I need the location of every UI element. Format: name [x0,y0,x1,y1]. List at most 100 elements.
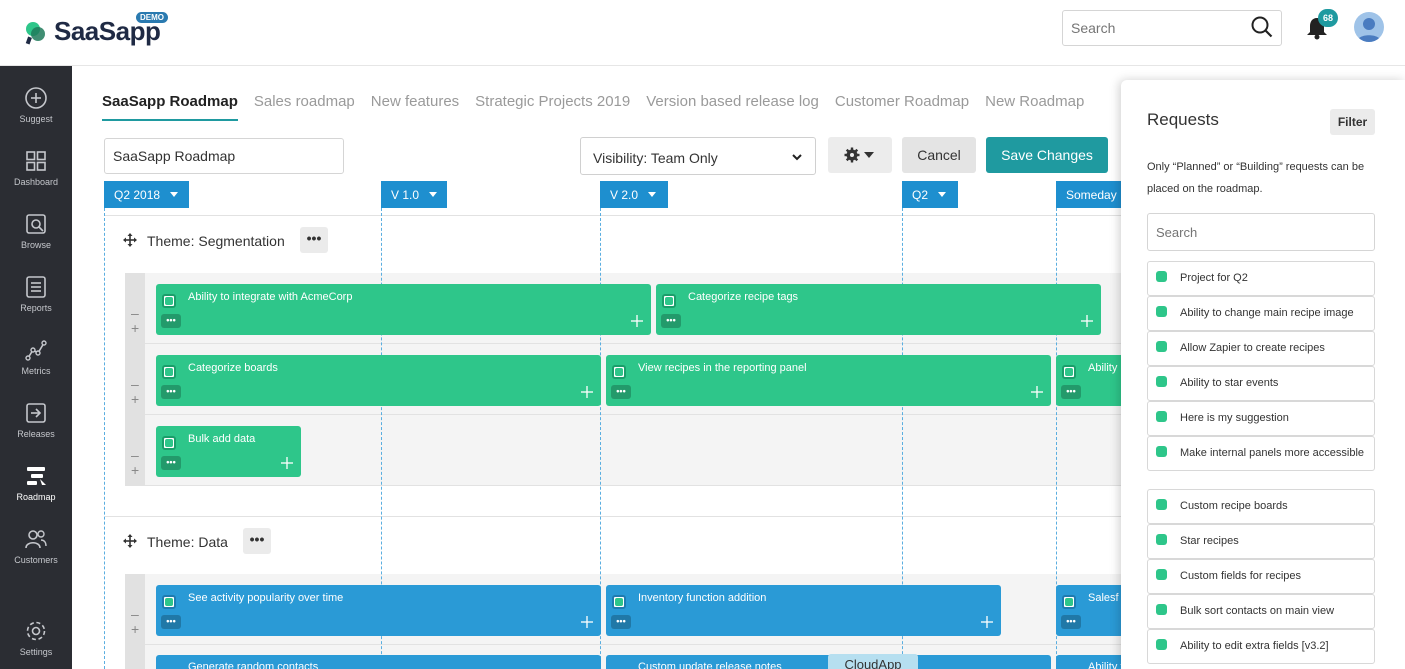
lane-expand-button[interactable]: + [131,622,139,636]
roadmap-card[interactable]: Inventory function addition ••• [606,585,1001,636]
sidebar-item-browse[interactable]: Browse [0,212,72,250]
drag-handle-icon[interactable] [123,534,137,548]
sidebar-item-reports[interactable]: Reports [0,275,72,313]
roadmap-card[interactable]: Ability ••• [1056,355,1126,406]
theme-options-button[interactable]: ••• [300,227,328,253]
request-item[interactable]: Ability to change main recipe image [1147,296,1375,331]
roadmap-card[interactable]: Ability to export all recipes to CSV [1056,655,1126,669]
request-item[interactable]: Project for Q2 [1147,261,1375,296]
milestone-header[interactable]: V 2.0 [600,181,668,208]
card-options-button[interactable]: ••• [1061,385,1081,399]
save-changes-button[interactable]: Save Changes [986,137,1108,173]
roadmap-card[interactable]: View recipes in the reporting panel ••• [606,355,1051,406]
card-checkbox[interactable] [612,595,626,609]
roadmap-card[interactable]: Salesf ••• [1056,585,1126,636]
lane-collapse-button[interactable]: – [131,377,139,391]
move-icon[interactable] [581,616,593,628]
tab-strategic-projects[interactable]: Strategic Projects 2019 [475,86,630,122]
request-item[interactable]: Custom recipe boards [1147,489,1375,524]
search-icon[interactable] [1251,16,1273,38]
card-title: Generate random contacts [188,661,319,669]
move-icon[interactable] [1081,315,1093,327]
roadmap-card[interactable]: Categorize boards ••• [156,355,601,406]
request-item[interactable]: Allow Zapier to create recipes [1147,331,1375,366]
card-options-button[interactable]: ••• [661,314,681,328]
sidebar-item-settings[interactable]: Settings [0,619,72,657]
caret-down-icon[interactable] [938,192,947,197]
tab-new-roadmap[interactable]: New Roadmap [985,86,1084,122]
card-checkbox[interactable] [162,436,176,450]
move-icon[interactable] [1031,386,1043,398]
card-options-button[interactable]: ••• [161,314,181,328]
cancel-button[interactable]: Cancel [902,137,976,173]
card-checkbox[interactable] [1062,595,1076,609]
card-checkbox[interactable] [162,595,176,609]
lane-expand-button[interactable]: + [131,321,139,335]
theme-title[interactable]: Theme: Segmentation [147,233,285,249]
card-options-button[interactable]: ••• [611,615,631,629]
requests-search-input[interactable] [1147,213,1375,251]
card-options-button[interactable]: ••• [611,385,631,399]
caret-down-icon[interactable] [429,192,438,197]
request-item[interactable]: Bulk sort contacts on main view [1147,594,1375,629]
lane-expand-button[interactable]: + [131,463,139,477]
theme-options-button[interactable]: ••• [243,528,271,554]
filter-button[interactable]: Filter [1330,109,1375,135]
roadmap-card[interactable]: Bulk add data ••• [156,426,301,477]
sidebar-item-dashboard[interactable]: Dashboard [0,149,72,187]
request-item[interactable]: Here is my suggestion [1147,401,1375,436]
card-checkbox[interactable] [662,294,676,308]
card-options-button[interactable]: ••• [161,615,181,629]
card-checkbox[interactable] [1062,365,1076,379]
settings-dropdown-button[interactable] [828,137,892,173]
sidebar-item-metrics[interactable]: Metrics [0,338,72,376]
request-item[interactable]: Ability to star events [1147,366,1375,401]
tab-version-release-log[interactable]: Version based release log [646,86,819,122]
move-icon[interactable] [581,386,593,398]
sidebar-item-suggest[interactable]: Suggest [0,86,72,124]
global-search-input[interactable] [1062,10,1282,46]
theme-title[interactable]: Theme: Data [147,534,228,550]
notification-badge[interactable]: 68 [1318,9,1338,27]
sidebar-item-label: Metrics [21,366,51,376]
drag-handle-icon[interactable] [123,233,137,247]
roadmap-card[interactable]: Generate random contacts [156,655,601,669]
milestone-header[interactable]: Q2 [902,181,958,208]
milestone-header[interactable]: Someday [1056,181,1126,208]
sidebar-item-customers[interactable]: Customers [0,527,72,565]
roadmap-card[interactable]: Ability to integrate with AcmeCorp ••• [156,284,651,335]
visibility-select[interactable]: Visibility: Team Only [580,137,816,175]
move-icon[interactable] [281,457,293,469]
request-item[interactable]: Star recipes [1147,524,1375,559]
caret-down-icon[interactable] [648,192,657,197]
tab-saasapp-roadmap[interactable]: SaaSapp Roadmap [102,86,238,121]
milestone-header[interactable]: Q2 2018 [104,181,189,208]
card-options-button[interactable]: ••• [1061,615,1081,629]
lane-collapse-button[interactable]: – [131,607,139,621]
lane-collapse-button[interactable]: – [131,306,139,320]
sidebar-item-releases[interactable]: Releases [0,401,72,439]
sidebar-item-roadmap[interactable]: Roadmap [0,464,72,502]
milestone-header[interactable]: V 1.0 [381,181,447,208]
top-bar: SaaSapp DEMO 68 [0,0,1405,66]
tab-customer-roadmap[interactable]: Customer Roadmap [835,86,969,122]
roadmap-card[interactable]: See activity popularity over time ••• [156,585,601,636]
request-item[interactable]: Ability to edit extra fields [v3.2] [1147,629,1375,664]
request-item[interactable]: Make internal panels more accessible [1147,436,1375,471]
lane-collapse-button[interactable]: – [131,448,139,462]
tab-new-features[interactable]: New features [371,86,459,122]
roadmap-name-input[interactable] [104,138,344,174]
tab-sales-roadmap[interactable]: Sales roadmap [254,86,355,122]
card-options-button[interactable]: ••• [161,456,181,470]
lane-expand-button[interactable]: + [131,392,139,406]
card-checkbox[interactable] [612,365,626,379]
move-icon[interactable] [981,616,993,628]
request-item[interactable]: Custom fields for recipes [1147,559,1375,594]
card-checkbox[interactable] [162,365,176,379]
move-icon[interactable] [631,315,643,327]
card-checkbox[interactable] [162,294,176,308]
roadmap-card[interactable]: Categorize recipe tags ••• [656,284,1101,335]
caret-down-icon[interactable] [170,192,179,197]
card-options-button[interactable]: ••• [161,385,181,399]
user-avatar[interactable] [1354,12,1384,42]
